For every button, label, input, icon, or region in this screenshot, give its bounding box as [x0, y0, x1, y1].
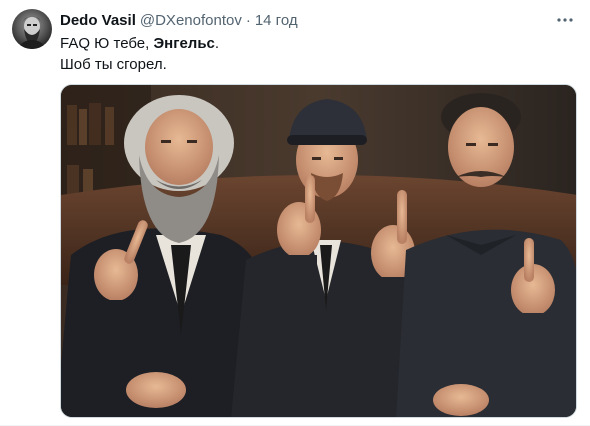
tweet-card[interactable]: Dedo Vasil @DXenofontov · 14 год FAQ Ю т… — [0, 0, 590, 426]
more-horizontal-icon — [557, 18, 573, 22]
tweet-text-suffix: . — [214, 35, 220, 52]
tweet-text-line-1: FAQ Ю тебе, Энгельс. — [60, 33, 570, 54]
tweet-header: Dedo Vasil @DXenofontov · 14 год — [60, 10, 298, 30]
author-name[interactable]: Dedo Vasil — [60, 12, 136, 29]
author-avatar[interactable] — [12, 9, 52, 49]
author-handle[interactable]: @DXenofontov — [140, 12, 242, 29]
tweet-timestamp[interactable]: 14 год — [255, 12, 298, 29]
tweet-text-line-2: Шоб ты сгорел. — [60, 56, 167, 73]
bearded-man-avatar-icon — [18, 16, 46, 49]
tweet-text: FAQ Ю тебе, Энгельс. Шоб ты сгорел. — [60, 33, 570, 75]
tweet-media-photo[interactable] — [60, 84, 577, 418]
more-options-button[interactable] — [554, 9, 576, 31]
header-separator: · — [245, 11, 251, 29]
tweet-text-bold: Энгельс — [153, 35, 215, 52]
photo-illustration — [61, 85, 576, 417]
tweet-text-prefix: FAQ Ю тебе, — [60, 35, 154, 52]
